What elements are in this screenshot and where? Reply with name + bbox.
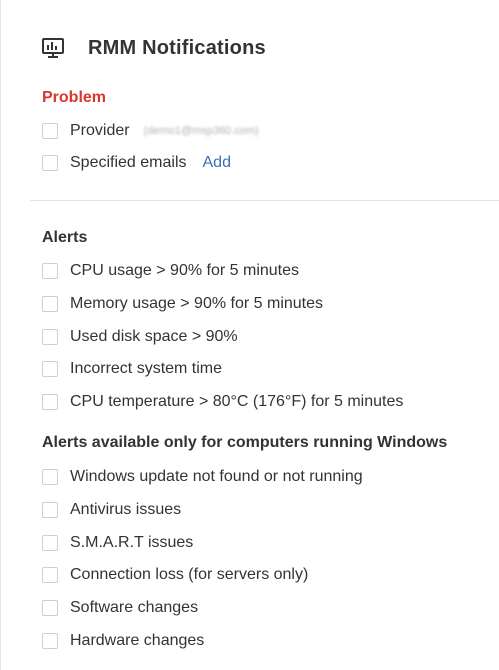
- alert-label: Memory usage > 90% for 5 minutes: [70, 295, 324, 312]
- alert-checkbox-cpu-temperature[interactable]: [42, 394, 58, 410]
- windows-alert-label: Software changes: [70, 599, 199, 616]
- specified-emails-checkbox[interactable]: [42, 155, 58, 171]
- alert-option: Incorrect system time: [42, 358, 222, 380]
- alert-label: Incorrect system time: [70, 360, 223, 377]
- alert-option: CPU usage > 90% for 5 minutes: [42, 260, 299, 282]
- section-divider: [30, 200, 499, 201]
- page-title: RMM Notifications: [88, 36, 266, 59]
- alerts-section-title: Alerts: [42, 229, 88, 246]
- windows-alert-label: Connection loss (for servers only): [70, 566, 309, 583]
- alert-label: Used disk space > 90%: [70, 328, 238, 345]
- panel-left-border: [0, 0, 1, 670]
- windows-alert-option: Hardware changes: [42, 630, 204, 652]
- alert-checkbox-disk-space[interactable]: [42, 329, 58, 345]
- windows-alert-label: Hardware changes: [70, 632, 205, 649]
- provider-label: Provider: [70, 122, 130, 139]
- specified-emails-option: Specified emails Add: [42, 152, 231, 174]
- alert-option: CPU temperature > 80°C (176°F) for 5 min…: [42, 391, 403, 413]
- alert-checkbox-system-time[interactable]: [42, 361, 58, 377]
- alert-label: CPU temperature > 80°C (176°F) for 5 min…: [70, 393, 404, 410]
- alert-option: Used disk space > 90%: [42, 326, 238, 348]
- windows-alert-checkbox-antivirus[interactable]: [42, 502, 58, 518]
- windows-alert-label: Antivirus issues: [70, 501, 182, 518]
- alert-label: CPU usage > 90% for 5 minutes: [70, 262, 300, 279]
- provider-checkbox[interactable]: [42, 123, 58, 139]
- windows-alert-label: S.M.A.R.T issues: [70, 534, 194, 551]
- windows-alert-option: Software changes: [42, 597, 198, 619]
- provider-email: (demo1@msp360.com): [143, 125, 259, 137]
- add-email-link[interactable]: Add: [203, 154, 231, 172]
- specified-emails-label: Specified emails: [70, 154, 187, 171]
- windows-alert-checkbox-hardware-changes[interactable]: [42, 633, 58, 649]
- windows-alert-label: Windows update not found or not running: [70, 468, 363, 485]
- panel-header: RMM Notifications: [41, 34, 266, 62]
- alert-checkbox-memory-usage[interactable]: [42, 296, 58, 312]
- alert-checkbox-cpu-usage[interactable]: [42, 263, 58, 279]
- windows-alert-option: Antivirus issues: [42, 499, 181, 521]
- provider-option: Provider (demo1@msp360.com): [42, 120, 259, 142]
- alert-option: Memory usage > 90% for 5 minutes: [42, 293, 323, 315]
- windows-alert-option: S.M.A.R.T issues: [42, 532, 193, 554]
- windows-alert-checkbox-update[interactable]: [42, 469, 58, 485]
- problem-section-title: Problem: [42, 89, 107, 106]
- windows-alert-option: Windows update not found or not running: [42, 466, 363, 488]
- windows-alert-option: Connection loss (for servers only): [42, 564, 308, 586]
- monitor-chart-icon: [41, 36, 65, 60]
- windows-alerts-section-title: Alerts available only for computers runn…: [42, 434, 448, 451]
- rmm-notifications-panel: RMM Notifications Problem Provider (demo…: [0, 0, 499, 670]
- windows-alert-checkbox-connection-loss[interactable]: [42, 567, 58, 583]
- windows-alert-checkbox-smart[interactable]: [42, 535, 58, 551]
- windows-alert-checkbox-software-changes[interactable]: [42, 600, 58, 616]
